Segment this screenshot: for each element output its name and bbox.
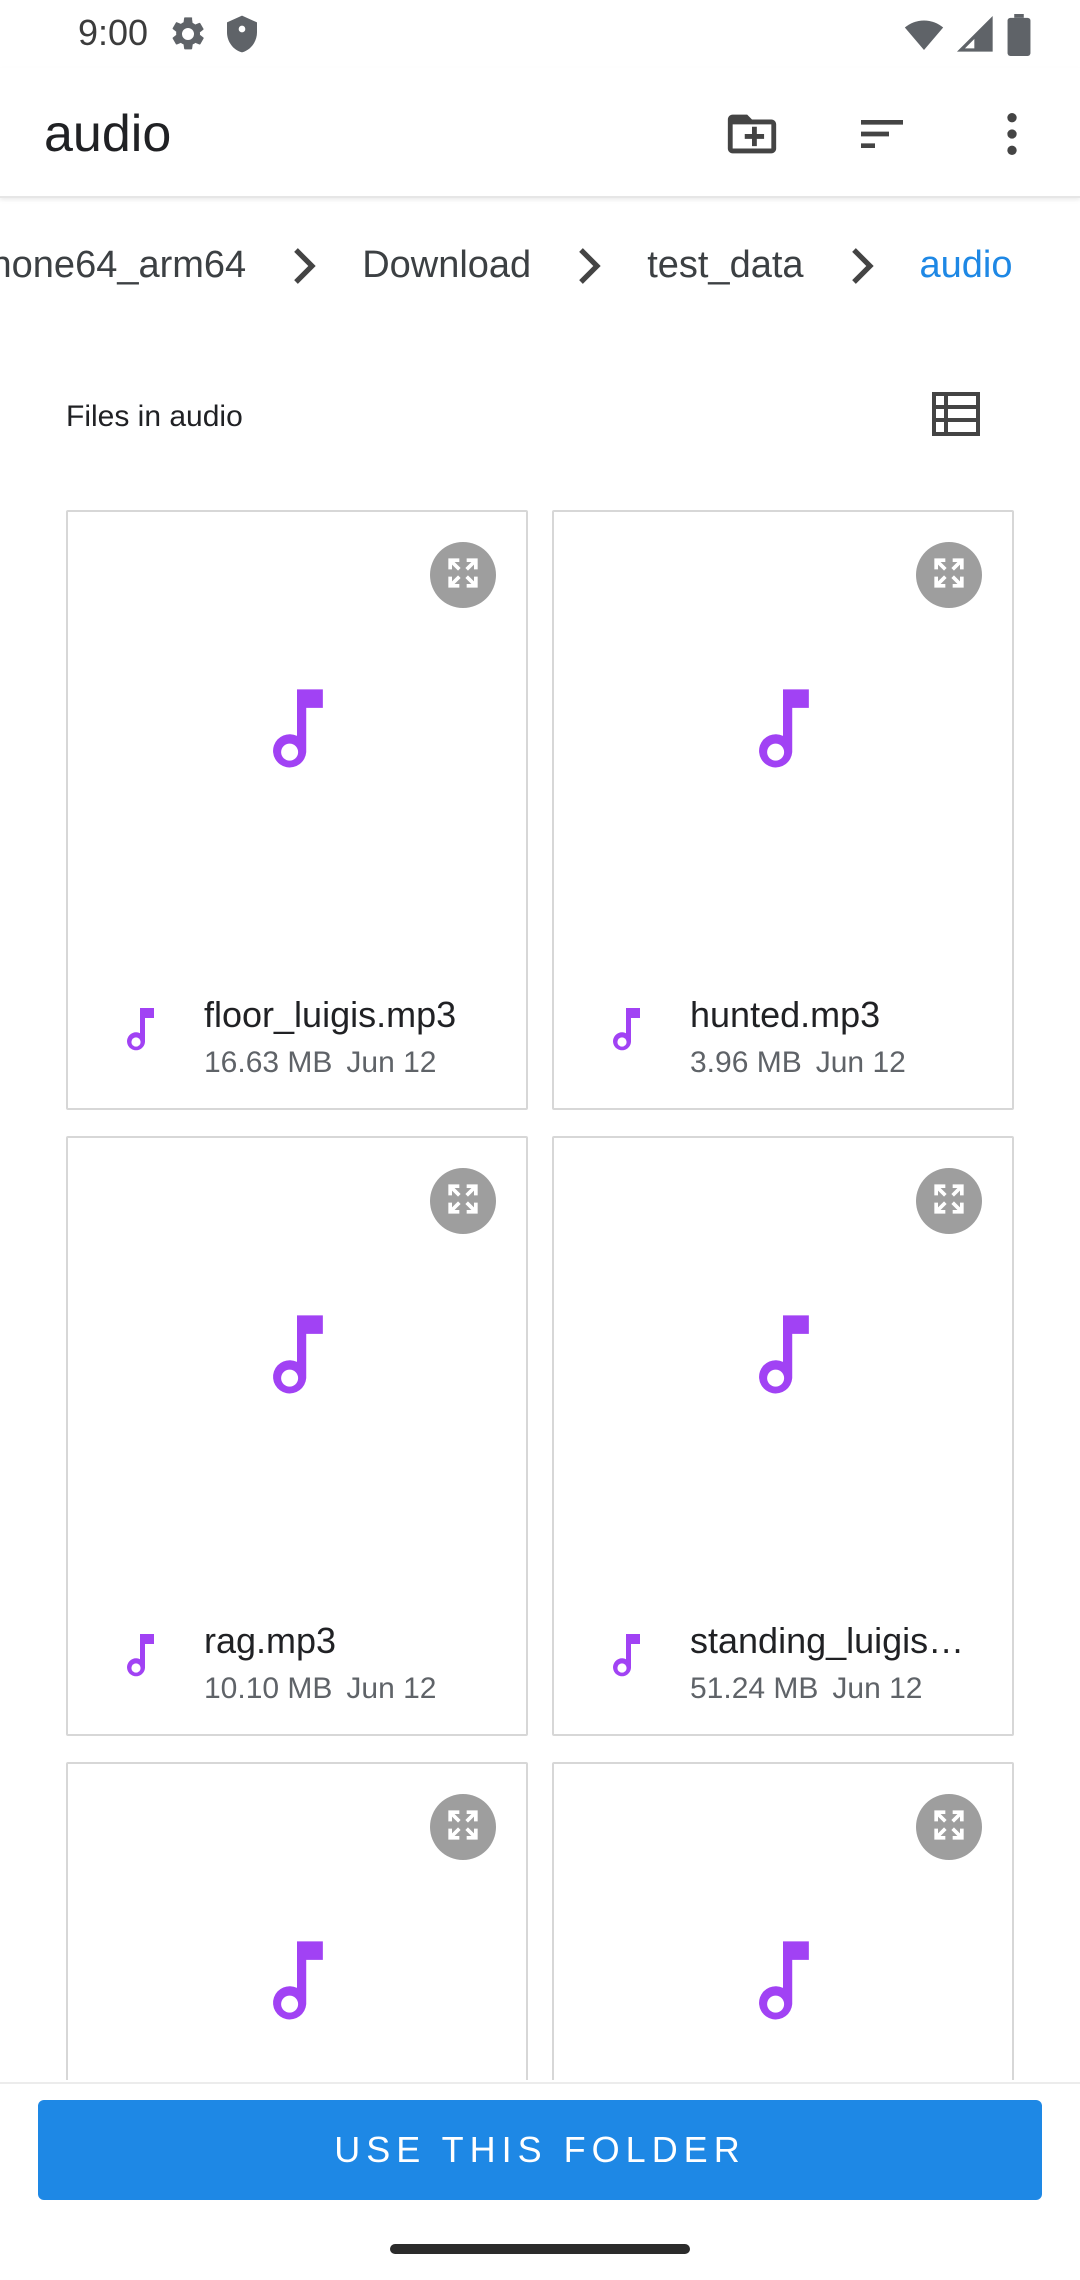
file-card[interactable] (66, 1762, 528, 2080)
file-name: hunted.mp3 (690, 994, 881, 1035)
shield-icon (222, 14, 262, 59)
fullscreen-icon (927, 1177, 971, 1226)
audio-thumbnail (68, 1308, 526, 1418)
section-header: Files in audio (0, 370, 1080, 464)
file-card[interactable]: hunted.mp3 3.96 MB Jun 12 (552, 510, 1014, 1110)
music-note-icon (252, 1934, 342, 2044)
file-size: 3.96 MB (690, 1046, 802, 1079)
music-note-icon (252, 1308, 342, 1418)
file-card[interactable]: standing_luigis… 51.24 MB Jun 12 (552, 1136, 1014, 1736)
file-date: Jun 12 (832, 1672, 923, 1705)
fullscreen-icon (441, 1803, 485, 1852)
list-view-icon (931, 391, 981, 441)
file-card[interactable]: floor_luigis.mp3 16.63 MB Jun 12 (66, 510, 528, 1110)
audio-thumbnail (68, 1934, 526, 2044)
audio-thumbnail (554, 1308, 1012, 1418)
chevron-right-icon (848, 246, 876, 286)
status-time: 9:00 (78, 12, 149, 53)
signal-icon (956, 15, 996, 60)
page-title: audio (44, 105, 172, 163)
audio-thumbnail (68, 682, 526, 792)
music-note-icon (738, 1308, 828, 1418)
view-toggle-button[interactable] (928, 388, 984, 444)
file-date: Jun 12 (815, 1046, 906, 1079)
audio-thumbnail (554, 682, 1012, 792)
music-note-icon (738, 682, 828, 792)
file-card[interactable] (552, 1762, 1014, 2080)
gear-icon (168, 14, 208, 59)
more-vert-icon (984, 106, 1040, 167)
sort-icon (854, 106, 910, 167)
file-date: Jun 12 (346, 1046, 437, 1079)
file-card[interactable]: rag.mp3 10.10 MB Jun 12 (66, 1136, 528, 1736)
music-note-icon (602, 1002, 650, 1063)
home-indicator[interactable] (390, 2244, 690, 2254)
file-grid: floor_luigis.mp3 16.63 MB Jun 12 hunted.m… (66, 510, 1014, 2080)
preview-button[interactable] (430, 1794, 496, 1860)
preview-button[interactable] (430, 1168, 496, 1234)
music-note-icon (252, 682, 342, 792)
sort-button[interactable] (844, 98, 920, 174)
music-note-icon (738, 1934, 828, 2044)
preview-button[interactable] (916, 1168, 982, 1234)
fullscreen-icon (441, 551, 485, 600)
audio-thumbnail (554, 1934, 1012, 2044)
bottom-panel: USE THIS FOLDER (0, 2082, 1080, 2280)
file-size: 10.10 MB (204, 1672, 333, 1705)
new-folder-icon (723, 105, 781, 168)
preview-button[interactable] (430, 542, 496, 608)
music-note-icon (116, 1628, 164, 1689)
more-options-button[interactable] (974, 98, 1050, 174)
fullscreen-icon (927, 1803, 971, 1852)
file-date: Jun 12 (346, 1672, 437, 1705)
status-bar: 9:00 (0, 0, 1080, 68)
breadcrumb-item-root[interactable]: sdk_gphone64_arm64 (0, 244, 246, 287)
fullscreen-icon (927, 551, 971, 600)
battery-icon (1006, 14, 1032, 61)
music-note-icon (602, 1628, 650, 1689)
file-name: floor_luigis.mp3 (204, 994, 457, 1035)
music-note-icon (116, 1002, 164, 1063)
breadcrumb-item-test-data[interactable]: test_data (647, 244, 803, 287)
chevron-right-icon (575, 246, 603, 286)
fullscreen-icon (441, 1177, 485, 1226)
breadcrumb: sdk_gphone64_arm64 Download test_data au… (0, 200, 1080, 336)
breadcrumb-item-audio[interactable]: audio (920, 244, 1013, 287)
breadcrumb-item-download[interactable]: Download (362, 244, 531, 287)
app-bar: audio (0, 68, 1080, 198)
preview-button[interactable] (916, 542, 982, 608)
use-this-folder-button[interactable]: USE THIS FOLDER (38, 2100, 1042, 2200)
file-size: 16.63 MB (204, 1046, 333, 1079)
file-name: standing_luigis… (690, 1620, 965, 1661)
new-folder-button[interactable] (714, 98, 790, 174)
wifi-icon (902, 15, 946, 60)
section-title: Files in audio (66, 400, 243, 433)
file-size: 51.24 MB (690, 1672, 819, 1705)
preview-button[interactable] (916, 1794, 982, 1860)
file-name: rag.mp3 (204, 1620, 337, 1661)
chevron-right-icon (290, 246, 318, 286)
